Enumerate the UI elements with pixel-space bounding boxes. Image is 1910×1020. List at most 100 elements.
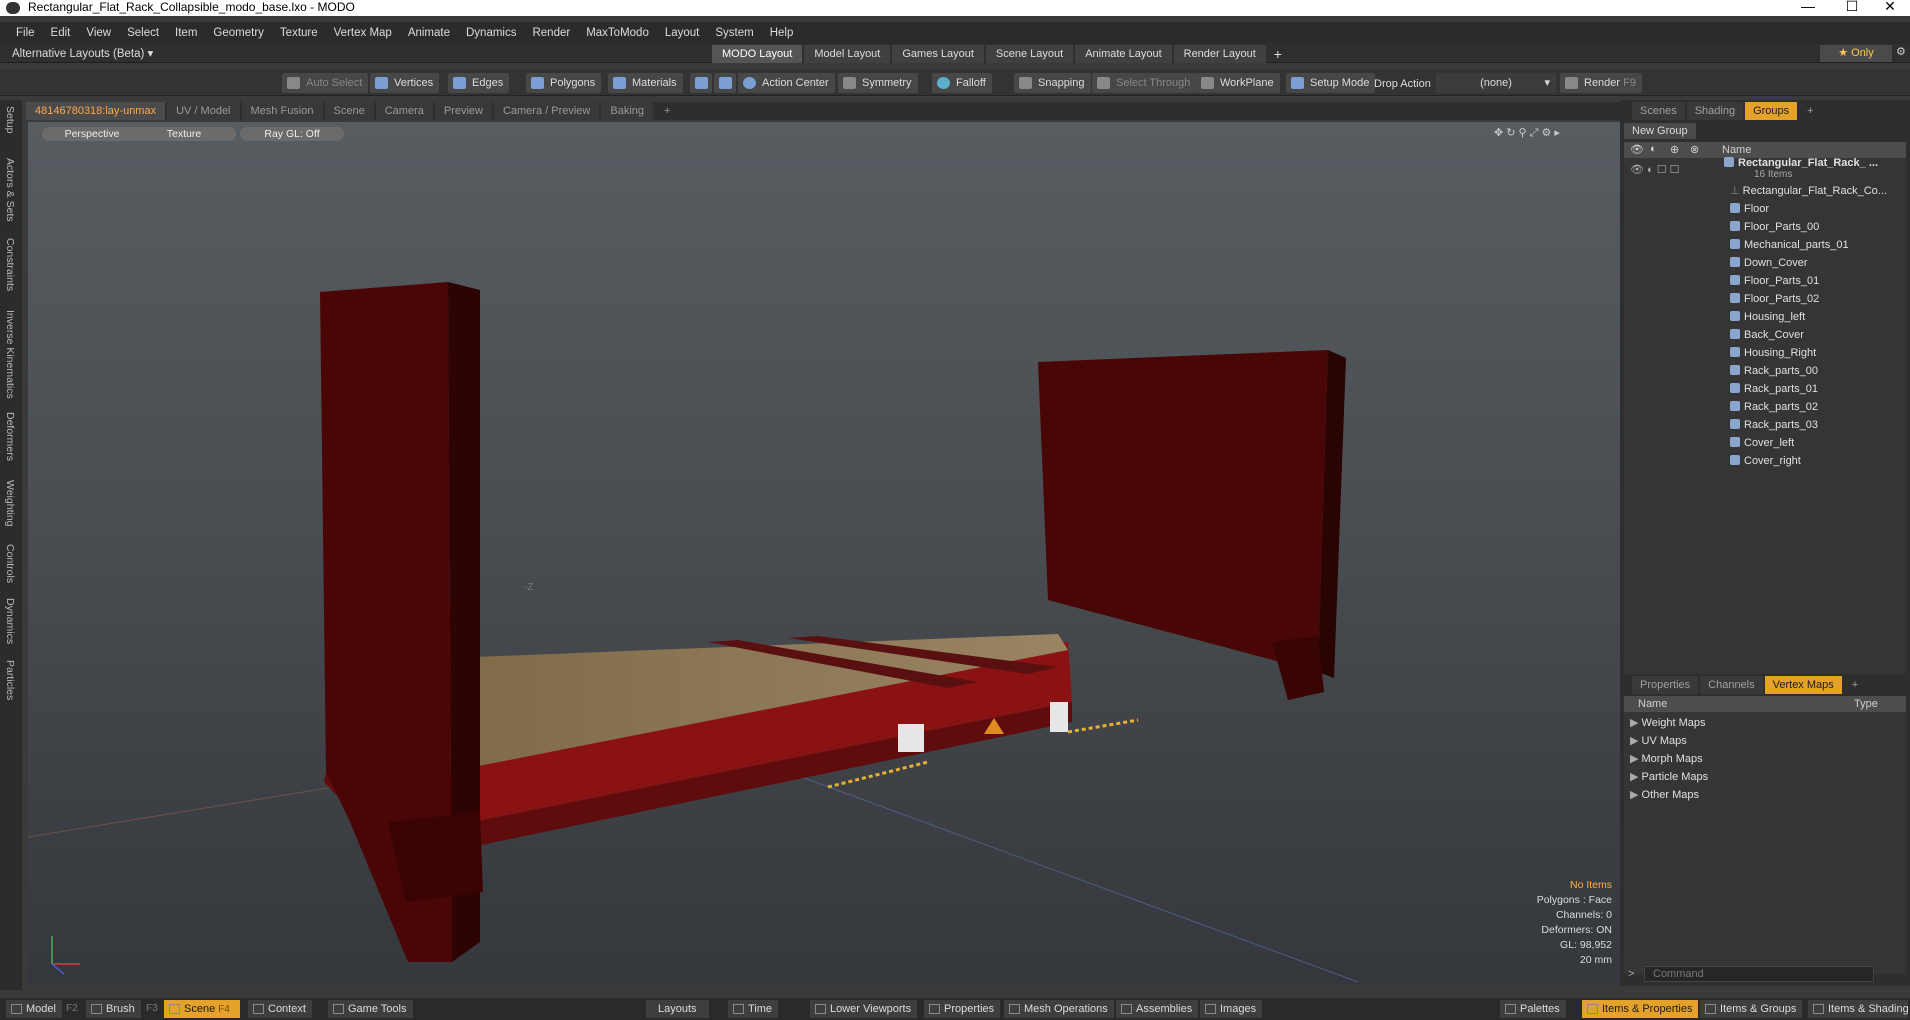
list-item[interactable]: Rack_parts_01 — [1730, 381, 1818, 397]
list-item[interactable]: Rack_parts_00 — [1730, 363, 1818, 379]
menu-file[interactable]: File — [8, 27, 43, 39]
snapping-button[interactable]: Snapping — [1014, 73, 1091, 93]
brush-button[interactable]: Brush — [86, 1000, 141, 1018]
only-button[interactable]: ★ Only — [1820, 45, 1892, 62]
3d-viewport[interactable]: Perspective Texture Ray GL: Off ✥ ↻ ⚲ ⤢ … — [28, 122, 1622, 984]
tab-baking[interactable]: Baking — [601, 102, 654, 120]
list-item[interactable]: Mechanical_parts_01 — [1730, 237, 1849, 253]
tab-particles[interactable]: Particles — [4, 660, 16, 700]
add-viewport-tab-button[interactable]: + — [655, 102, 679, 120]
scene-button[interactable]: Scene F4 — [164, 1000, 240, 1018]
items-shading-button[interactable]: Items & Shading — [1808, 1000, 1908, 1018]
assemblies-button[interactable]: Assemblies — [1116, 1000, 1199, 1018]
minimize-button[interactable]: — — [1788, 0, 1828, 14]
tab-preview[interactable]: Preview — [434, 102, 492, 120]
group-root-item[interactable]: Rectangular_Flat_Rack_ ... — [1724, 155, 1878, 171]
materials-button[interactable]: Materials — [608, 73, 683, 93]
tab-actors-sets[interactable]: Actors & Sets — [4, 158, 16, 222]
add-layout-button[interactable]: + — [1268, 45, 1288, 63]
tab-camera-preview[interactable]: Camera / Preview — [493, 102, 600, 120]
list-item[interactable]: Floor_Parts_01 — [1730, 273, 1819, 289]
tab-constraints[interactable]: Constraints — [4, 238, 16, 291]
tab-modo-layout[interactable]: MODO Layout — [712, 45, 803, 63]
menu-vertex-map[interactable]: Vertex Map — [326, 27, 400, 39]
menu-select[interactable]: Select — [119, 27, 167, 39]
action-center-button[interactable]: Action Center — [738, 73, 835, 93]
list-item[interactable]: Rack_parts_03 — [1730, 417, 1818, 433]
select-column-icon[interactable]: ⊗ — [1690, 143, 1699, 156]
list-item[interactable]: ▶ Particle Maps — [1630, 768, 1708, 786]
menu-edit[interactable]: Edit — [43, 27, 79, 39]
workplane-button[interactable]: WorkPlane — [1196, 73, 1280, 93]
vertices-button[interactable]: Vertices — [370, 73, 440, 93]
tab-lay-unmax[interactable]: 48146780318:lay-unmax — [26, 102, 166, 120]
model-button[interactable]: Model — [6, 1000, 62, 1018]
menu-view[interactable]: View — [78, 27, 119, 39]
menu-help[interactable]: Help — [762, 27, 802, 39]
tab-setup[interactable]: Setup — [4, 106, 16, 133]
list-item[interactable]: Floor_Parts_00 — [1730, 219, 1819, 235]
tab-deformers[interactable]: Deformers — [4, 412, 16, 461]
menu-maxtomodo[interactable]: MaxToModo — [578, 27, 657, 39]
list-item[interactable]: Cover_left — [1730, 435, 1794, 451]
list-item[interactable]: Housing_left — [1730, 309, 1805, 325]
list-item[interactable]: ▶ Morph Maps — [1630, 750, 1703, 768]
tab-inverse-kinematics[interactable]: Inverse Kinematics — [4, 310, 16, 399]
tab-weighting[interactable]: Weighting — [4, 480, 16, 527]
falloff-button[interactable]: Falloff — [932, 73, 992, 93]
tab-dynamics[interactable]: Dynamics — [4, 598, 16, 644]
tab-mesh-fusion[interactable]: Mesh Fusion — [241, 102, 323, 120]
palettes-button[interactable]: Palettes — [1500, 1000, 1566, 1018]
game-tools-button[interactable]: Game Tools — [328, 1000, 413, 1018]
list-item[interactable]: Rack_parts_02 — [1730, 399, 1818, 415]
items-properties-button[interactable]: Items & Properties — [1582, 1000, 1699, 1018]
close-button[interactable]: ✕ — [1870, 0, 1910, 14]
select-mode-button[interactable] — [690, 73, 712, 93]
tab-scene[interactable]: Scene — [324, 102, 374, 120]
root-eye-icon[interactable]: 👁 ◐ ☐ ☐ — [1630, 162, 1680, 178]
tab-scenes[interactable]: Scenes — [1632, 102, 1685, 120]
add-panel-tab-button[interactable]: + — [1799, 102, 1821, 120]
time-button[interactable]: Time — [728, 1000, 779, 1018]
tab-scene-layout[interactable]: Scene Layout — [985, 45, 1074, 63]
drop-action-select[interactable]: (none) ▾ — [1436, 73, 1556, 93]
tab-vertex-maps[interactable]: Vertex Maps — [1764, 676, 1842, 694]
list-item[interactable]: ▶ Other Maps — [1630, 786, 1699, 804]
tab-animate-layout[interactable]: Animate Layout — [1075, 45, 1172, 63]
menu-geometry[interactable]: Geometry — [205, 27, 272, 39]
menu-dynamics[interactable]: Dynamics — [458, 27, 524, 39]
tab-camera[interactable]: Camera — [375, 102, 433, 120]
select-through-button[interactable]: Select Through — [1092, 73, 1197, 93]
context-button[interactable]: Context — [248, 1000, 312, 1018]
maximize-button[interactable]: ☐ — [1832, 0, 1872, 14]
menu-item[interactable]: Item — [167, 27, 205, 39]
properties-button[interactable]: Properties — [924, 1000, 1001, 1018]
list-item[interactable]: Floor — [1730, 201, 1769, 217]
tab-render-layout[interactable]: Render Layout — [1173, 45, 1266, 63]
tab-controls[interactable]: Controls — [4, 544, 16, 583]
command-input[interactable]: Command — [1644, 966, 1874, 982]
images-button[interactable]: Images — [1200, 1000, 1263, 1018]
menu-layout[interactable]: Layout — [657, 27, 708, 39]
tab-games-layout[interactable]: Games Layout — [892, 45, 984, 63]
items-groups-button[interactable]: Items & Groups — [1700, 1000, 1803, 1018]
tab-properties[interactable]: Properties — [1632, 676, 1699, 694]
layouts-button[interactable]: Layouts — [646, 1000, 709, 1018]
menu-texture[interactable]: Texture — [272, 27, 326, 39]
list-item[interactable]: Back_Cover — [1730, 327, 1804, 343]
list-item[interactable]: ▶ UV Maps — [1630, 732, 1687, 750]
tab-channels[interactable]: Channels — [1700, 676, 1763, 694]
tab-uv-model[interactable]: UV / Model — [167, 102, 240, 120]
tab-model-layout[interactable]: Model Layout — [804, 45, 891, 63]
mesh-operations-button[interactable]: Mesh Operations — [1004, 1000, 1114, 1018]
list-item[interactable]: Floor_Parts_02 — [1730, 291, 1819, 307]
render-button[interactable]: Render F9 — [1560, 73, 1642, 93]
item-mode-button[interactable] — [714, 73, 736, 93]
new-group-button[interactable]: New Group — [1624, 123, 1696, 139]
tab-shading[interactable]: Shading — [1686, 102, 1744, 120]
menu-render[interactable]: Render — [524, 27, 578, 39]
setup-mode-button[interactable]: Setup Mode — [1286, 73, 1376, 93]
gear-icon[interactable]: ⚙ — [1896, 45, 1906, 58]
polygons-button[interactable]: Polygons — [526, 73, 602, 93]
tab-groups[interactable]: Groups — [1745, 102, 1798, 120]
